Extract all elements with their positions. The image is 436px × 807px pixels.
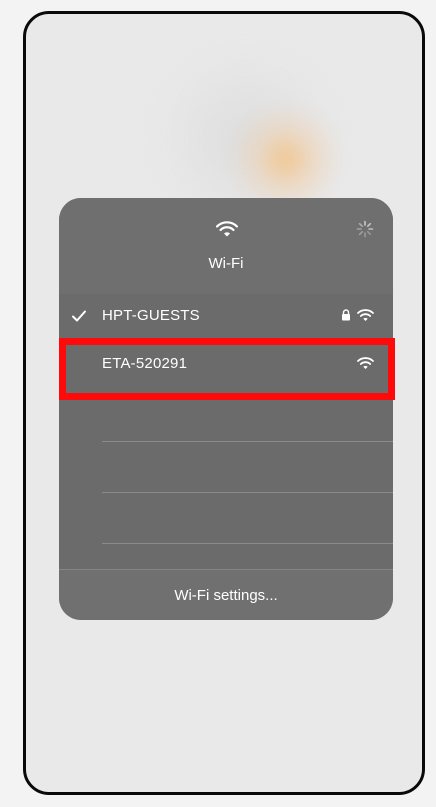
- lock-icon: [342, 309, 350, 321]
- screenshot-background: Wi-Fi HPT-GUESTS ETA-520291 Wi-Fi settin…: [0, 0, 436, 807]
- wifi-icon[interactable]: [216, 220, 238, 238]
- wifi-panel-header: Wi-Fi: [59, 198, 393, 294]
- empty-network-slot: [59, 444, 393, 494]
- empty-network-slot: [59, 495, 393, 545]
- wifi-settings-button[interactable]: Wi-Fi settings...: [59, 570, 393, 620]
- wifi-panel-title: Wi-Fi: [208, 255, 244, 272]
- wifi-settings-label: Wi-Fi settings...: [174, 587, 278, 604]
- list-divider: [102, 492, 393, 493]
- wifi-signal-icon: [357, 309, 374, 321]
- empty-network-slot: [59, 394, 393, 444]
- loading-spinner-icon: [356, 220, 374, 238]
- highlight-annotation-box: [59, 338, 395, 400]
- network-name: HPT-GUESTS: [102, 307, 200, 324]
- list-divider: [102, 543, 393, 544]
- network-row-hpt-guests[interactable]: HPT-GUESTS: [59, 294, 393, 340]
- checkmark-icon: [72, 310, 86, 322]
- list-divider: [102, 441, 393, 442]
- wifi-panel: Wi-Fi HPT-GUESTS ETA-520291 Wi-Fi settin…: [59, 198, 393, 620]
